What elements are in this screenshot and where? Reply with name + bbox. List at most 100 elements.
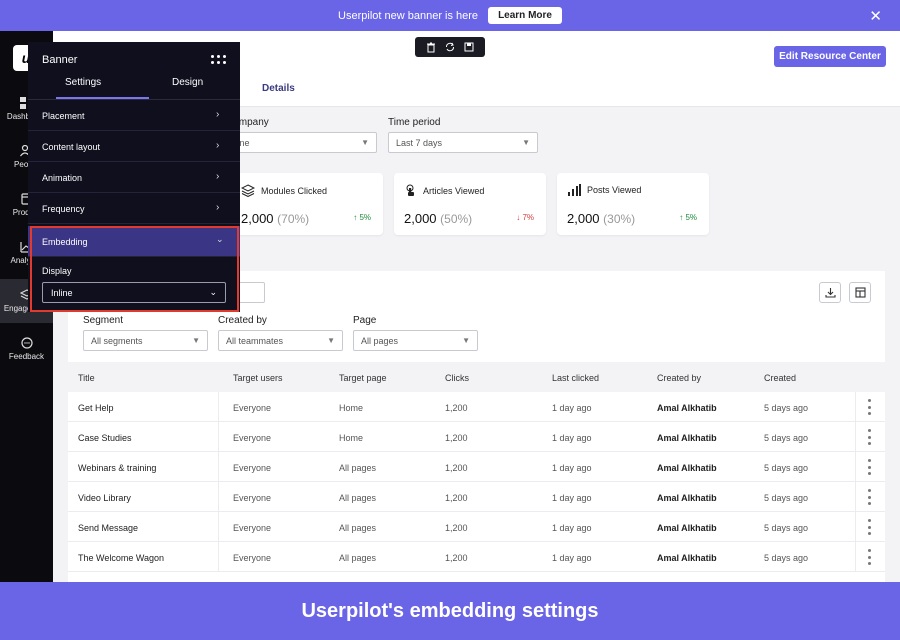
col-clicks[interactable]: Clicks — [445, 373, 469, 383]
stat-percent: (70%) — [277, 212, 310, 226]
time-period-dropdown[interactable]: Last 7 days ▼ — [388, 132, 538, 153]
chevron-down-icon: ▼ — [192, 336, 200, 345]
more-options-icon[interactable] — [867, 429, 871, 445]
resource-table-card: Segment All segments ▼ Created by All te… — [68, 271, 885, 582]
chat-bubble-icon — [20, 337, 33, 349]
save-icon[interactable] — [463, 41, 475, 53]
cell-clicks: 1,200 — [445, 463, 468, 473]
column-divider — [218, 512, 219, 542]
cell-last-clicked: 1 day ago — [552, 553, 592, 563]
more-options-icon[interactable] — [867, 549, 871, 565]
arrow-up-icon: ↑ — [679, 213, 684, 222]
stat-value: 2,000 — [241, 211, 274, 226]
col-title[interactable]: Title — [78, 373, 95, 383]
page-dropdown[interactable]: All pages ▼ — [353, 330, 478, 351]
col-last-clicked[interactable]: Last clicked — [552, 373, 599, 383]
column-divider — [218, 392, 219, 422]
column-divider — [218, 482, 219, 512]
cell-target-users: Everyone — [233, 493, 272, 503]
panel-row-content-layout[interactable]: Content layout › — [28, 131, 240, 162]
more-options-icon[interactable] — [867, 519, 871, 535]
touch-icon — [406, 184, 414, 196]
cell-created: 5 days ago — [764, 433, 809, 443]
stat-percent: (50%) — [440, 212, 473, 226]
panel-row-animation[interactable]: Animation › — [28, 162, 240, 193]
cell-clicks: 1,200 — [445, 433, 468, 443]
edit-resource-center-button[interactable]: Edit Resource Center — [774, 46, 886, 67]
column-divider — [855, 452, 856, 482]
cell-clicks: 1,200 — [445, 493, 468, 503]
download-icon — [824, 288, 836, 298]
caption-banner: Userpilot's embedding settings — [0, 582, 900, 640]
learn-more-button[interactable]: Learn More — [488, 7, 562, 24]
cell-last-clicked: 1 day ago — [552, 493, 592, 503]
panel-row-label: Content layout — [42, 142, 101, 152]
cell-last-clicked: 1 day ago — [552, 463, 592, 473]
panel-row-frequency[interactable]: Frequency › — [28, 193, 240, 224]
more-options-icon[interactable] — [867, 459, 871, 475]
chevron-right-icon: › — [216, 202, 220, 213]
cell-target-page: All pages — [339, 523, 377, 533]
stat-delta: 5% — [685, 213, 697, 222]
cell-target-page: Home — [339, 403, 364, 413]
col-created[interactable]: Created — [764, 373, 796, 383]
close-icon[interactable]: ✕ — [869, 7, 882, 25]
col-target-users[interactable]: Target users — [233, 373, 283, 383]
column-divider — [218, 452, 219, 482]
column-divider — [855, 542, 856, 572]
stat-card-articles-viewed: Articles Viewed 2,000 (50%) ↓ 7% — [394, 173, 546, 235]
table-row[interactable]: Webinars & training Everyone All pages 1,20… — [68, 452, 885, 482]
more-options-icon[interactable] — [867, 489, 871, 505]
cell-last-clicked: 1 day ago — [552, 403, 592, 413]
chevron-down-icon: ▼ — [327, 336, 335, 345]
stat-percent: (30%) — [603, 212, 636, 226]
trash-icon[interactable] — [425, 41, 437, 53]
col-created-by[interactable]: Created by — [657, 373, 701, 383]
stat-label: Articles Viewed — [423, 185, 485, 196]
table-row[interactable]: Case Studies Everyone Home 1,200 1 day ago Am… — [68, 422, 885, 452]
stat-value: 2,000 — [404, 211, 437, 226]
cell-title[interactable]: Case Studies — [78, 433, 132, 443]
cell-title[interactable]: The Welcome Wagon — [78, 553, 164, 563]
panel-row-label: Placement — [42, 111, 85, 121]
cell-title[interactable]: Get Help — [78, 403, 114, 413]
table-row[interactable]: Video Library Everyone All pages 1,200 1 day… — [68, 482, 885, 512]
company-dropdown[interactable]: None ▼ — [220, 132, 377, 153]
arrow-down-icon: ↓ — [516, 213, 521, 222]
cell-title[interactable]: Video Library — [78, 493, 131, 503]
segment-label: Segment — [83, 315, 124, 326]
arrow-up-icon: ↑ — [353, 213, 358, 222]
refresh-icon[interactable] — [444, 41, 456, 53]
tab-design[interactable]: Design — [172, 77, 203, 88]
table-row[interactable]: The Welcome Wagon Everyone All pages 1,200 1… — [68, 542, 885, 572]
drag-handle-icon[interactable] — [211, 55, 226, 64]
col-target-page[interactable]: Target page — [339, 373, 387, 383]
nav-label: Feedback — [8, 352, 45, 361]
time-period-label: Time period — [388, 117, 441, 128]
cell-target-users: Everyone — [233, 523, 272, 533]
stat-card-modules-clicked: Modules Clicked 2,000 (70%) ↑ 5% — [231, 173, 383, 235]
cell-target-page: All pages — [339, 493, 377, 503]
columns-button[interactable] — [849, 282, 871, 303]
cell-clicks: 1,200 — [445, 403, 468, 413]
tab-details[interactable]: Details — [262, 83, 295, 94]
nav-item-feedback[interactable]: Feedback — [0, 327, 53, 371]
segment-dropdown[interactable]: All segments ▼ — [83, 330, 208, 351]
table-row[interactable]: Send Message Everyone All pages 1,200 1 day … — [68, 512, 885, 542]
chevron-down-icon: ▼ — [522, 138, 530, 147]
table-row[interactable]: Get Help Everyone Home 1,200 1 day ago Amal A… — [68, 392, 885, 422]
tab-settings[interactable]: Settings — [65, 77, 101, 88]
created-by-dropdown[interactable]: All teammates ▼ — [218, 330, 343, 351]
more-options-icon[interactable] — [867, 399, 871, 415]
table-columns-icon — [854, 287, 866, 298]
cube-stack-icon — [241, 184, 255, 197]
cell-title[interactable]: Send Message — [78, 523, 138, 533]
stat-delta: 7% — [522, 213, 534, 222]
download-button[interactable] — [819, 282, 841, 303]
panel-row-placement[interactable]: Placement › — [28, 100, 240, 131]
cell-last-clicked: 1 day ago — [552, 523, 592, 533]
cell-title[interactable]: Webinars & training — [78, 463, 156, 473]
chevron-right-icon: › — [216, 140, 220, 151]
table-header: Title Target users Target page Clicks La… — [68, 362, 885, 392]
bar-chart-icon — [568, 184, 581, 196]
